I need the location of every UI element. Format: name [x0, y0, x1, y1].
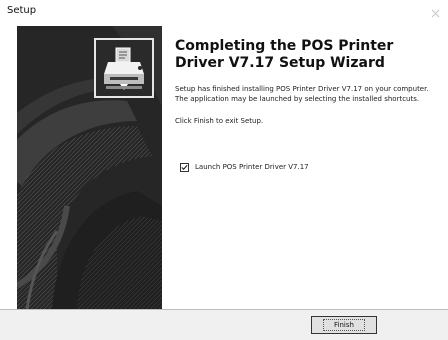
- launch-checkbox[interactable]: [180, 162, 189, 172]
- wizard-content: Completing the POS Printer Driver V7.17 …: [175, 38, 443, 126]
- footer-bar: [0, 310, 448, 340]
- printer-logo-icon: [94, 38, 154, 98]
- launch-option[interactable]: Launch POS Printer Driver V7.17: [180, 161, 309, 173]
- title-bar: Setup: [0, 0, 448, 26]
- checkmark-icon: [181, 164, 188, 170]
- exit-hint: Click Finish to exit Setup.: [175, 117, 264, 125]
- close-button[interactable]: [422, 0, 448, 26]
- finish-button-label: Finish: [323, 319, 365, 331]
- setup-window: Setup Completing the POS Printer Driver …: [0, 0, 448, 340]
- completion-description: Setup has finished installing POS Printe…: [175, 85, 429, 103]
- close-icon: [431, 9, 439, 17]
- window-title: Setup: [7, 5, 37, 16]
- page-title: Completing the POS Printer Driver V7.17 …: [175, 38, 394, 71]
- finish-button[interactable]: Finish: [311, 316, 377, 334]
- launch-checkbox-label[interactable]: Launch POS Printer Driver V7.17: [195, 163, 309, 171]
